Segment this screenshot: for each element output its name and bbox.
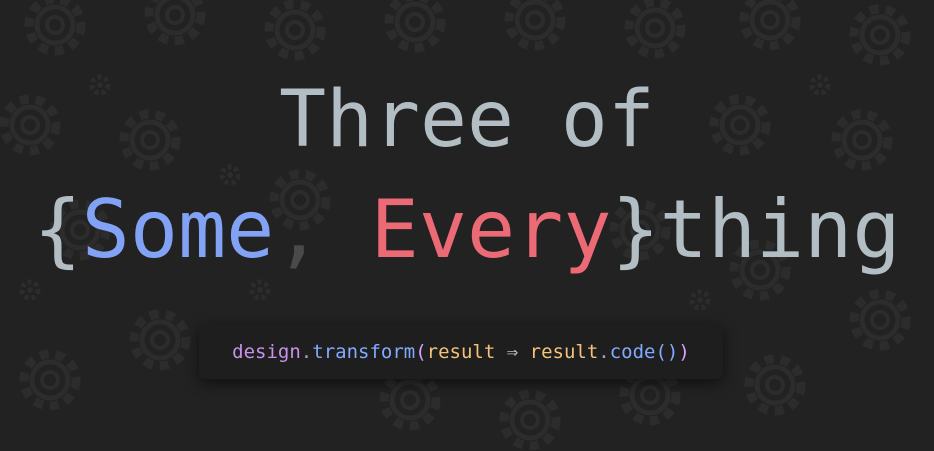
gear-icon [134, 314, 186, 366]
comma: , [274, 183, 323, 276]
gear-icon [29, 0, 81, 51]
code-param-2: result [529, 340, 599, 363]
gear-icon [24, 354, 76, 406]
gear-icon [692, 292, 708, 308]
gear-icon [384, 374, 436, 426]
gear-icon [389, 0, 441, 48]
close-brace: } [611, 183, 660, 276]
code-object: design [232, 340, 301, 363]
word-thing: thing [659, 183, 901, 276]
gear-icon [509, 0, 561, 46]
code-snippet: design. transform(result ⇒ result. code()) [199, 324, 723, 379]
page: Three of {Some, Every}thing design. trans… [0, 0, 934, 451]
gear-icon [749, 359, 801, 411]
code-open-paren: ( [415, 340, 427, 363]
code-call-parens: () [655, 340, 679, 363]
gear-icon [744, 0, 796, 46]
code-dot: . [300, 340, 313, 363]
word-some: Some [81, 183, 275, 276]
code-arrow: ⇒ [495, 340, 530, 363]
open-brace: { [33, 183, 82, 276]
gear-icon [22, 282, 38, 298]
gear-icon [269, 4, 321, 56]
title-line-1: Three of [279, 75, 655, 165]
code-method: transform [312, 340, 416, 363]
gear-icon [629, 2, 681, 54]
gear-icon [504, 394, 556, 446]
gear-icon [854, 294, 906, 346]
gear-icon [149, 0, 201, 41]
gear-icon [252, 282, 268, 298]
code-param: result [426, 340, 496, 363]
code-close-paren: ) [678, 340, 690, 363]
word-every: Every [370, 183, 612, 276]
title-line-2: {Some, Every}thing [0, 180, 934, 280]
code-call: code [609, 340, 656, 363]
code-dot-2: . [598, 340, 610, 363]
gear-icon [854, 9, 906, 61]
